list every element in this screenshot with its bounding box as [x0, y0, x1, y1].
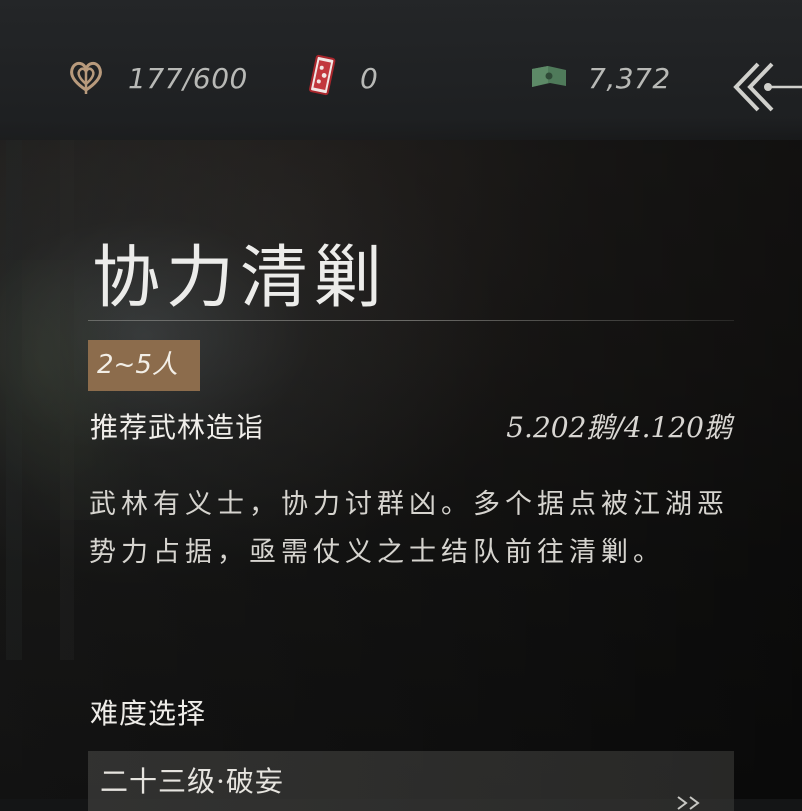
stamina-counter: 177/600	[66, 56, 248, 100]
back-button[interactable]	[728, 60, 802, 122]
activity-description: 武林有义士，协力讨群凶。多个据点被江湖恶势力占据，亟需仗义之士结队前往清剿。	[89, 489, 729, 568]
resource-bar: 177/600 0 7,372	[0, 0, 802, 140]
difficulty-select[interactable]: 二十三级·破妄	[88, 751, 734, 811]
money-counter: 7,372	[530, 56, 671, 100]
difficulty-selected-value: 二十三级·破妄	[100, 765, 284, 798]
stamina-value: 177/600	[128, 61, 248, 95]
money-value: 7,372	[588, 61, 671, 95]
red-token-icon	[306, 54, 338, 102]
double-chevron-back-icon	[728, 62, 802, 126]
ticket-counter: 0	[306, 54, 379, 102]
activity-title: 协力清剿	[92, 239, 389, 318]
recommend-label: 推荐武林造诣	[90, 411, 265, 444]
ticket-value: 0	[360, 61, 379, 95]
party-size-badge: 2~5人	[88, 340, 200, 391]
heart-knot-icon	[66, 56, 106, 100]
title-divider	[88, 320, 734, 321]
recommend-value: 5.202鹅/4.120鹅	[506, 411, 732, 444]
chevron-right-icon	[674, 773, 714, 810]
difficulty-label: 难度选择	[90, 697, 207, 730]
banknote-icon	[530, 61, 568, 95]
